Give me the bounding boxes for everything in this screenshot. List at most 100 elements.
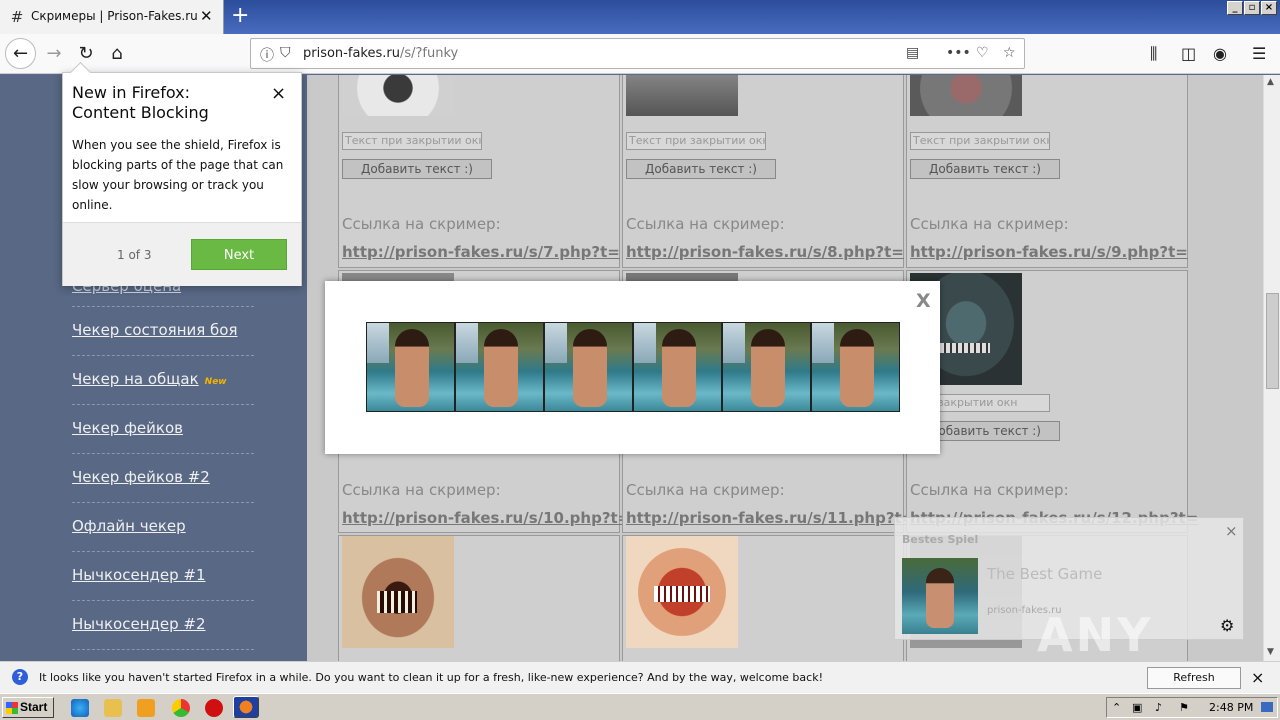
- vertical-scrollbar[interactable]: ▲ ▼: [1263, 75, 1280, 661]
- popup-title: New in Firefox: Content Blocking: [72, 83, 209, 122]
- flag-icon[interactable]: ⚑: [1179, 701, 1189, 714]
- screamer-thumbnail[interactable]: [342, 75, 454, 116]
- ad-image[interactable]: [902, 558, 978, 634]
- popup-next-button[interactable]: Next: [191, 239, 287, 270]
- tray-expand-icon[interactable]: ⌃: [1112, 701, 1121, 714]
- back-button[interactable]: ←: [5, 38, 36, 69]
- close-text-input[interactable]: Текст при закрытии окна: [626, 132, 766, 150]
- refresh-firefox-button[interactable]: Refresh Firefox…: [1147, 667, 1241, 704]
- bookmark-star-icon[interactable]: ☆: [1003, 45, 1016, 61]
- account-icon[interactable]: ◉: [1213, 44, 1227, 64]
- tab-title: Скримеры | Prison-Fakes.ru: [31, 9, 198, 23]
- screamer-link-caption: Ссылка на скример:: [342, 215, 501, 233]
- modal-image[interactable]: [366, 322, 455, 412]
- image-modal: X: [325, 281, 940, 454]
- separator: [72, 306, 254, 307]
- teeth-shape: [940, 343, 990, 353]
- screamer-link-caption: Ссылка на скример:: [910, 481, 1069, 499]
- page-actions-icon[interactable]: •••: [946, 45, 971, 61]
- maximize-button[interactable]: ▫: [1244, 1, 1260, 15]
- start-label: Start: [20, 700, 48, 714]
- info-icon[interactable]: ⓘ: [260, 45, 274, 65]
- screamer-thumbnail[interactable]: [626, 536, 738, 648]
- firefox-taskbar-button[interactable]: [233, 696, 259, 718]
- show-desktop-icon[interactable]: [1261, 702, 1273, 712]
- grid-favicon-icon: #: [10, 8, 24, 26]
- screamer-thumbnail[interactable]: [626, 75, 738, 116]
- minimize-button[interactable]: _: [1227, 1, 1243, 15]
- scroll-up-icon[interactable]: ▲: [1267, 77, 1274, 87]
- grid-cell: [622, 535, 904, 661]
- tab-active[interactable]: # Скримеры | Prison-Fakes.ru ✕: [0, 0, 224, 34]
- ad-close-button[interactable]: ×: [1225, 522, 1238, 540]
- volume-icon[interactable]: ♪: [1155, 701, 1162, 714]
- popup-step-counter: 1 of 3: [117, 248, 152, 262]
- modal-image[interactable]: [722, 322, 811, 412]
- grid-cell: Текст при закрытии окна Добавить текст :…: [906, 75, 1188, 268]
- title-bar: # Скримеры | Prison-Fakes.ru ✕ + _ ▫ ×: [0, 0, 1280, 34]
- screamer-thumbnail[interactable]: [910, 75, 1022, 116]
- grin-shape: [654, 586, 710, 602]
- ie-icon[interactable]: [71, 699, 89, 717]
- add-text-button[interactable]: Добавить текст :): [910, 159, 1060, 179]
- notification-text: It looks like you haven't started Firefo…: [39, 671, 823, 684]
- windows-logo-icon: [6, 702, 18, 714]
- home-button[interactable]: ⌂: [103, 40, 131, 68]
- sidebar-item-fake-checker-2[interactable]: Чекер фейков #2: [72, 468, 210, 486]
- reload-button[interactable]: ↻: [72, 40, 100, 68]
- start-button[interactable]: Start: [2, 697, 54, 718]
- scroll-thumb[interactable]: [1266, 293, 1279, 389]
- url-bar[interactable]: ⓘ ⛉ prison-fakes.ru/s/?funky ▤ ••• ♡ ☆: [250, 38, 1025, 69]
- library-icon[interactable]: ⫼: [1150, 44, 1157, 64]
- network-icon[interactable]: ▣: [1132, 701, 1142, 714]
- screamer-link[interactable]: http://prison-fakes.ru/s/8.php?t=: [626, 243, 904, 261]
- screamer-thumbnail[interactable]: [342, 536, 454, 648]
- pocket-icon[interactable]: ♡: [976, 45, 989, 61]
- reader-view-icon[interactable]: ▤: [906, 45, 919, 61]
- add-text-button[interactable]: Добавить текст :): [342, 159, 492, 179]
- url-text[interactable]: prison-fakes.ru/s/?funky: [303, 46, 458, 61]
- modal-image[interactable]: [633, 322, 722, 412]
- popup-close-button[interactable]: ×: [271, 83, 286, 104]
- close-text-input[interactable]: Текст при закрытии окна: [342, 132, 482, 150]
- sidebar-item-offline-checker[interactable]: Офлайн чекер: [72, 517, 186, 535]
- screamer-link[interactable]: http://prison-fakes.ru/s/10.php?t=: [342, 509, 630, 527]
- chrome-icon[interactable]: [172, 699, 190, 717]
- popup-body: When you see the shield, Firefox is bloc…: [72, 138, 284, 212]
- sidebar-item-nychkosender-2[interactable]: Нычкосендер #2: [72, 615, 206, 633]
- screamer-link[interactable]: http://prison-fakes.ru/s/9.php?t=: [910, 243, 1188, 261]
- menu-icon[interactable]: ☰: [1252, 44, 1266, 64]
- modal-image[interactable]: [544, 322, 633, 412]
- screamer-link[interactable]: http://prison-fakes.ru/s/7.php?t=: [342, 243, 620, 261]
- tab-close-icon[interactable]: ✕: [200, 8, 213, 24]
- shield-icon[interactable]: ⛉: [280, 45, 291, 61]
- notification-close-button[interactable]: ×: [1251, 668, 1264, 687]
- separator: [72, 502, 254, 503]
- modal-image[interactable]: [811, 322, 900, 412]
- close-text-input[interactable]: Текст при закрытии окна: [910, 132, 1050, 150]
- forward-button[interactable]: →: [40, 40, 68, 68]
- folder-icon[interactable]: [104, 699, 122, 717]
- sidebar-toggle-icon[interactable]: ◫: [1181, 44, 1196, 64]
- separator: [72, 355, 254, 356]
- screamer-link-caption: Ссылка на скример:: [626, 481, 785, 499]
- sidebar-item-obshak-checker[interactable]: Чекер на общак New: [72, 370, 227, 388]
- modal-image[interactable]: [455, 322, 544, 412]
- screamer-link[interactable]: http://prison-fakes.ru/s/11.php?t=: [626, 509, 914, 527]
- grid-cell: при закрытии окн Добавить текст :) Ссылк…: [906, 270, 1198, 533]
- modal-close-button[interactable]: X: [916, 290, 931, 312]
- clock: 2:48 PM: [1209, 701, 1254, 714]
- sidebar-item-nychkosender-1[interactable]: Нычкосендер #1: [72, 566, 206, 584]
- add-text-button[interactable]: Добавить текст :): [626, 159, 776, 179]
- ad-title[interactable]: The Best Game: [987, 565, 1102, 583]
- media-player-icon[interactable]: [137, 699, 155, 717]
- window-close-button[interactable]: ×: [1261, 1, 1277, 15]
- sidebar-item-battle-checker[interactable]: Чекер состояния боя: [72, 321, 238, 339]
- screamer-link-caption: Ссылка на скример:: [626, 215, 785, 233]
- sidebar-item-fake-checker[interactable]: Чекер фейков: [72, 419, 183, 437]
- content-blocking-popup: New in Firefox: Content Blocking × When …: [62, 72, 302, 286]
- separator: [72, 404, 254, 405]
- new-tab-button[interactable]: +: [231, 4, 249, 28]
- new-badge: New: [204, 377, 227, 387]
- opera-icon[interactable]: [205, 699, 223, 717]
